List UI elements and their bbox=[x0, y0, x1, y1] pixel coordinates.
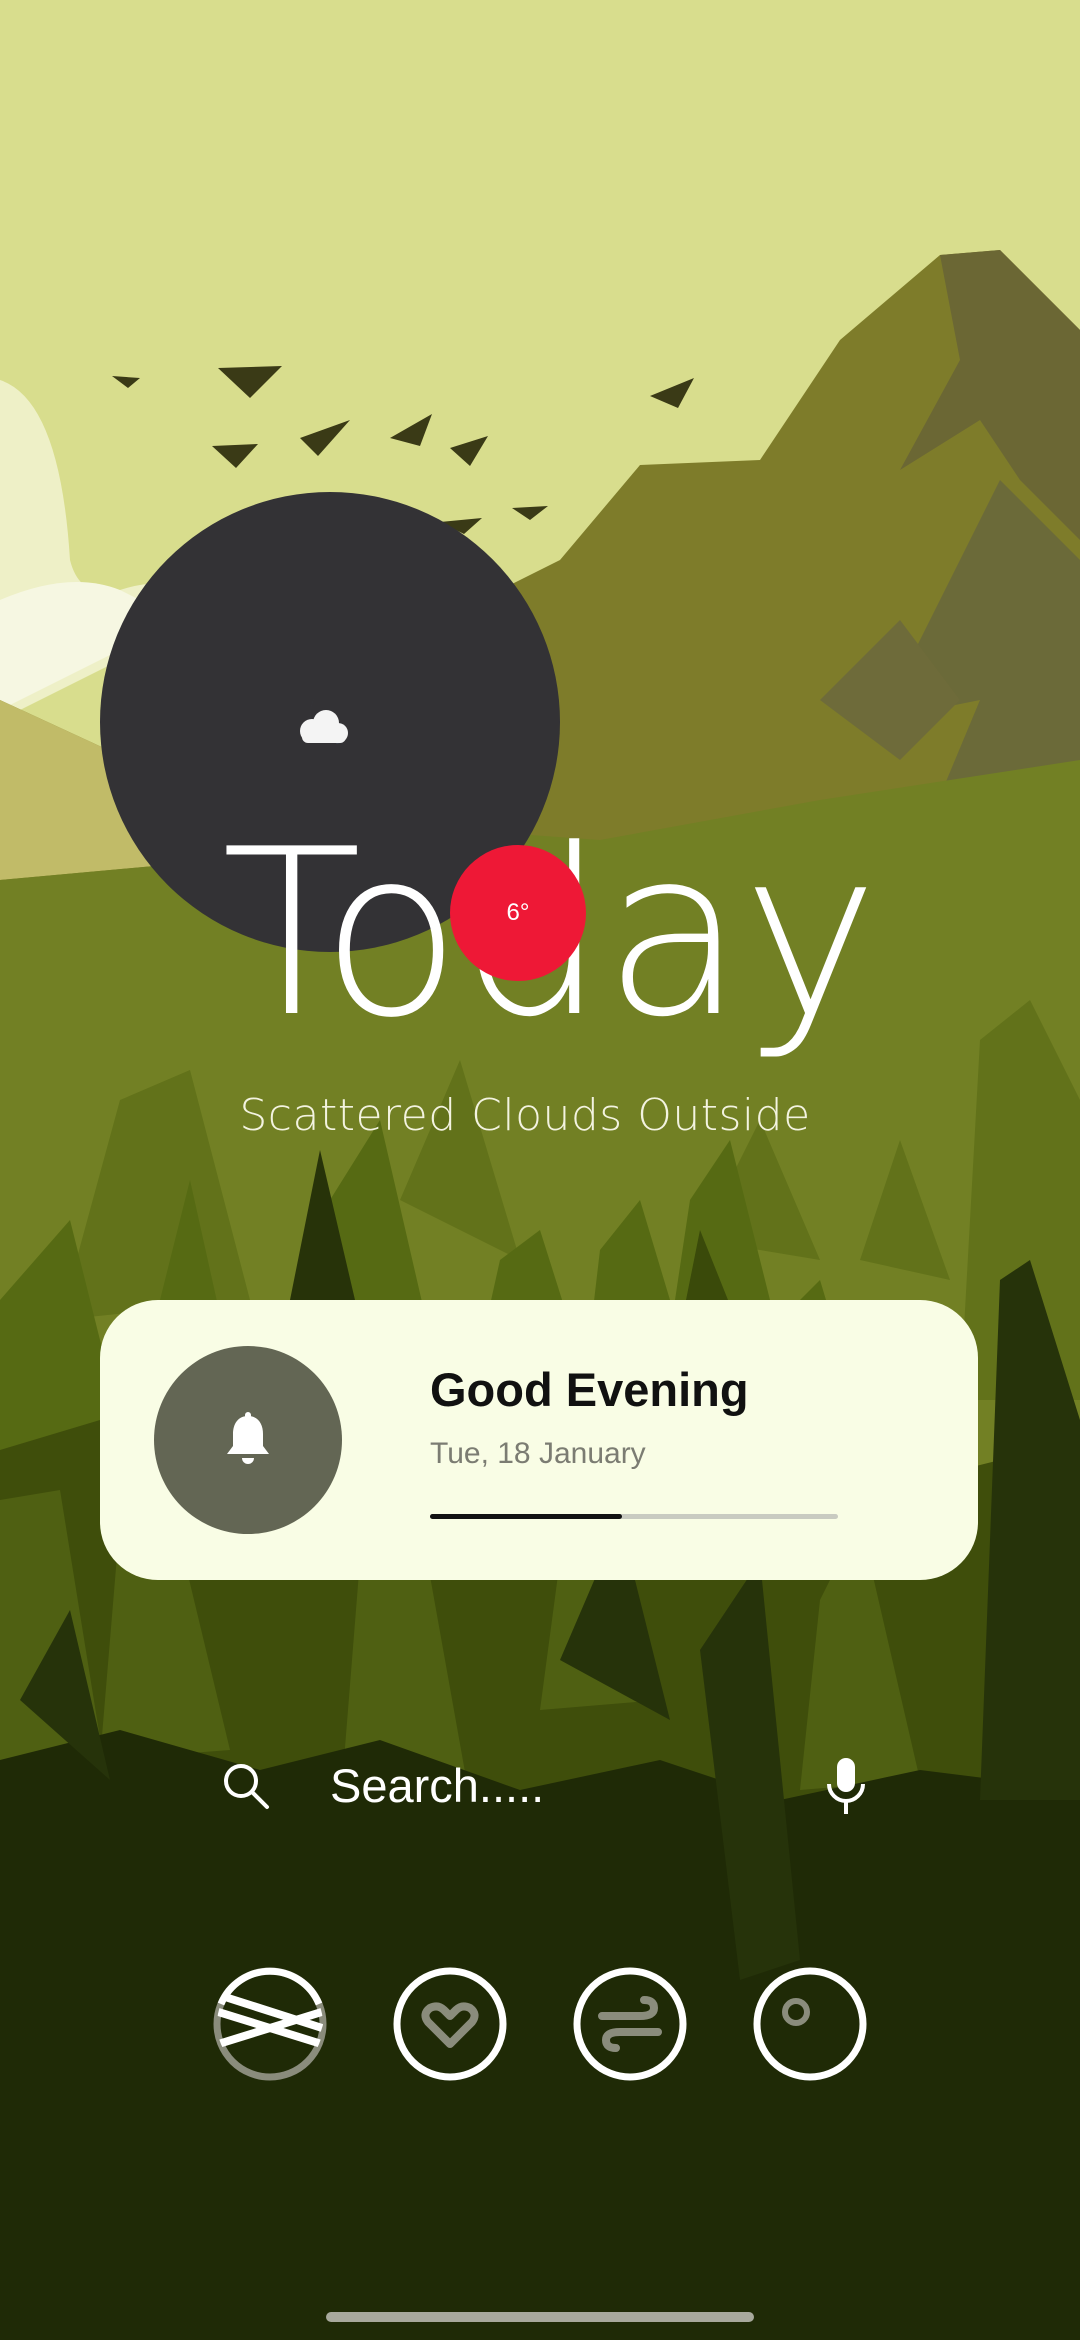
wind-icon[interactable] bbox=[572, 1966, 688, 2082]
microphone-icon[interactable] bbox=[822, 1756, 870, 1816]
day-progress-fill bbox=[430, 1514, 622, 1519]
bell-icon bbox=[227, 1412, 269, 1464]
greeting-title: Good Evening bbox=[430, 1363, 749, 1416]
weather-description: Scattered Clouds Outside bbox=[239, 1090, 811, 1141]
heart-icon[interactable] bbox=[392, 1966, 508, 2082]
crossed-bands-icon[interactable] bbox=[212, 1966, 328, 2082]
day-progress-bar bbox=[430, 1514, 838, 1519]
alarm-button[interactable] bbox=[154, 1346, 342, 1534]
search-input[interactable]: Search..... bbox=[330, 1758, 544, 1813]
home-screen: Today 6° Scattered Clouds Outside Good E… bbox=[0, 0, 1080, 2340]
landscape-wallpaper bbox=[0, 0, 1080, 2340]
greeting-date: Tue, 18 January bbox=[430, 1437, 646, 1470]
moon-cloud-icon bbox=[300, 691, 362, 744]
home-gesture-bar[interactable] bbox=[326, 2312, 754, 2322]
dot-circle-icon[interactable] bbox=[752, 1966, 868, 2082]
temperature-badge[interactable]: 6° bbox=[450, 845, 586, 981]
search-icon[interactable] bbox=[220, 1760, 272, 1812]
